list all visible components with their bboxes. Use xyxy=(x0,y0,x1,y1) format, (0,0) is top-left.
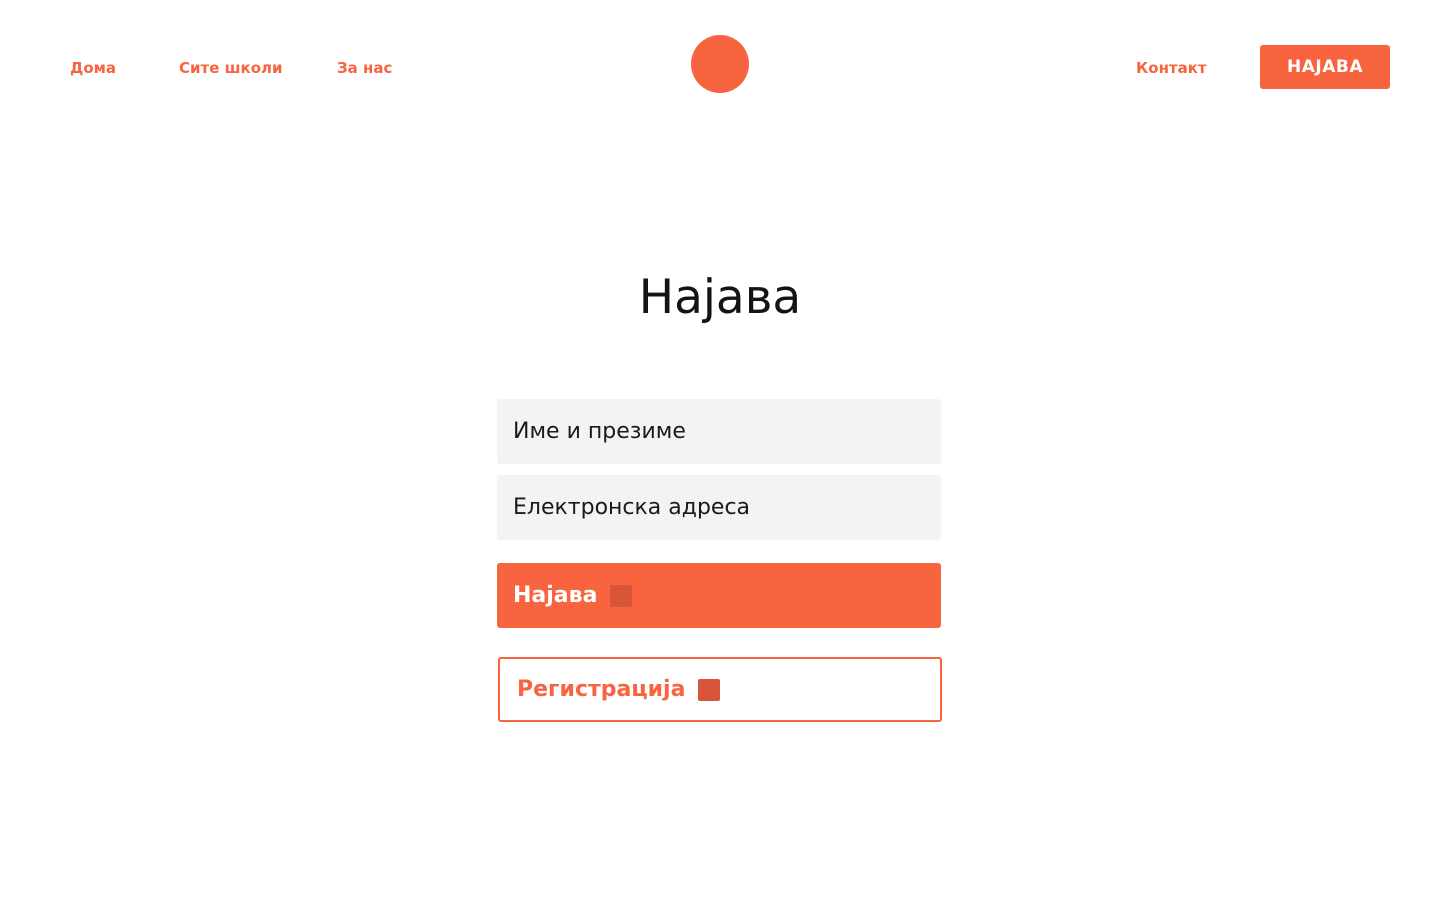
login-submit-button[interactable]: Најава xyxy=(497,563,941,628)
arrow-icon xyxy=(610,584,633,607)
logo-icon[interactable] xyxy=(691,35,749,93)
page-title: Најава xyxy=(638,270,802,325)
nav-link-all-schools[interactable]: Сите школи xyxy=(179,58,283,78)
page: Дома Сите школи За нас Контакт НАЈАВА На… xyxy=(0,0,1440,900)
nav-link-home[interactable]: Дома xyxy=(70,58,116,78)
full-name-input[interactable] xyxy=(497,399,941,464)
header-login-button[interactable]: НАЈАВА xyxy=(1260,45,1390,89)
nav-link-contact[interactable]: Контакт xyxy=(1136,58,1207,78)
register-label: Регистрација xyxy=(517,677,686,702)
email-input[interactable] xyxy=(497,475,941,540)
nav-link-about[interactable]: За нас xyxy=(337,58,392,78)
login-submit-label: Најава xyxy=(513,583,598,608)
register-button[interactable]: Регистрација xyxy=(498,657,942,722)
arrow-icon xyxy=(698,678,721,701)
